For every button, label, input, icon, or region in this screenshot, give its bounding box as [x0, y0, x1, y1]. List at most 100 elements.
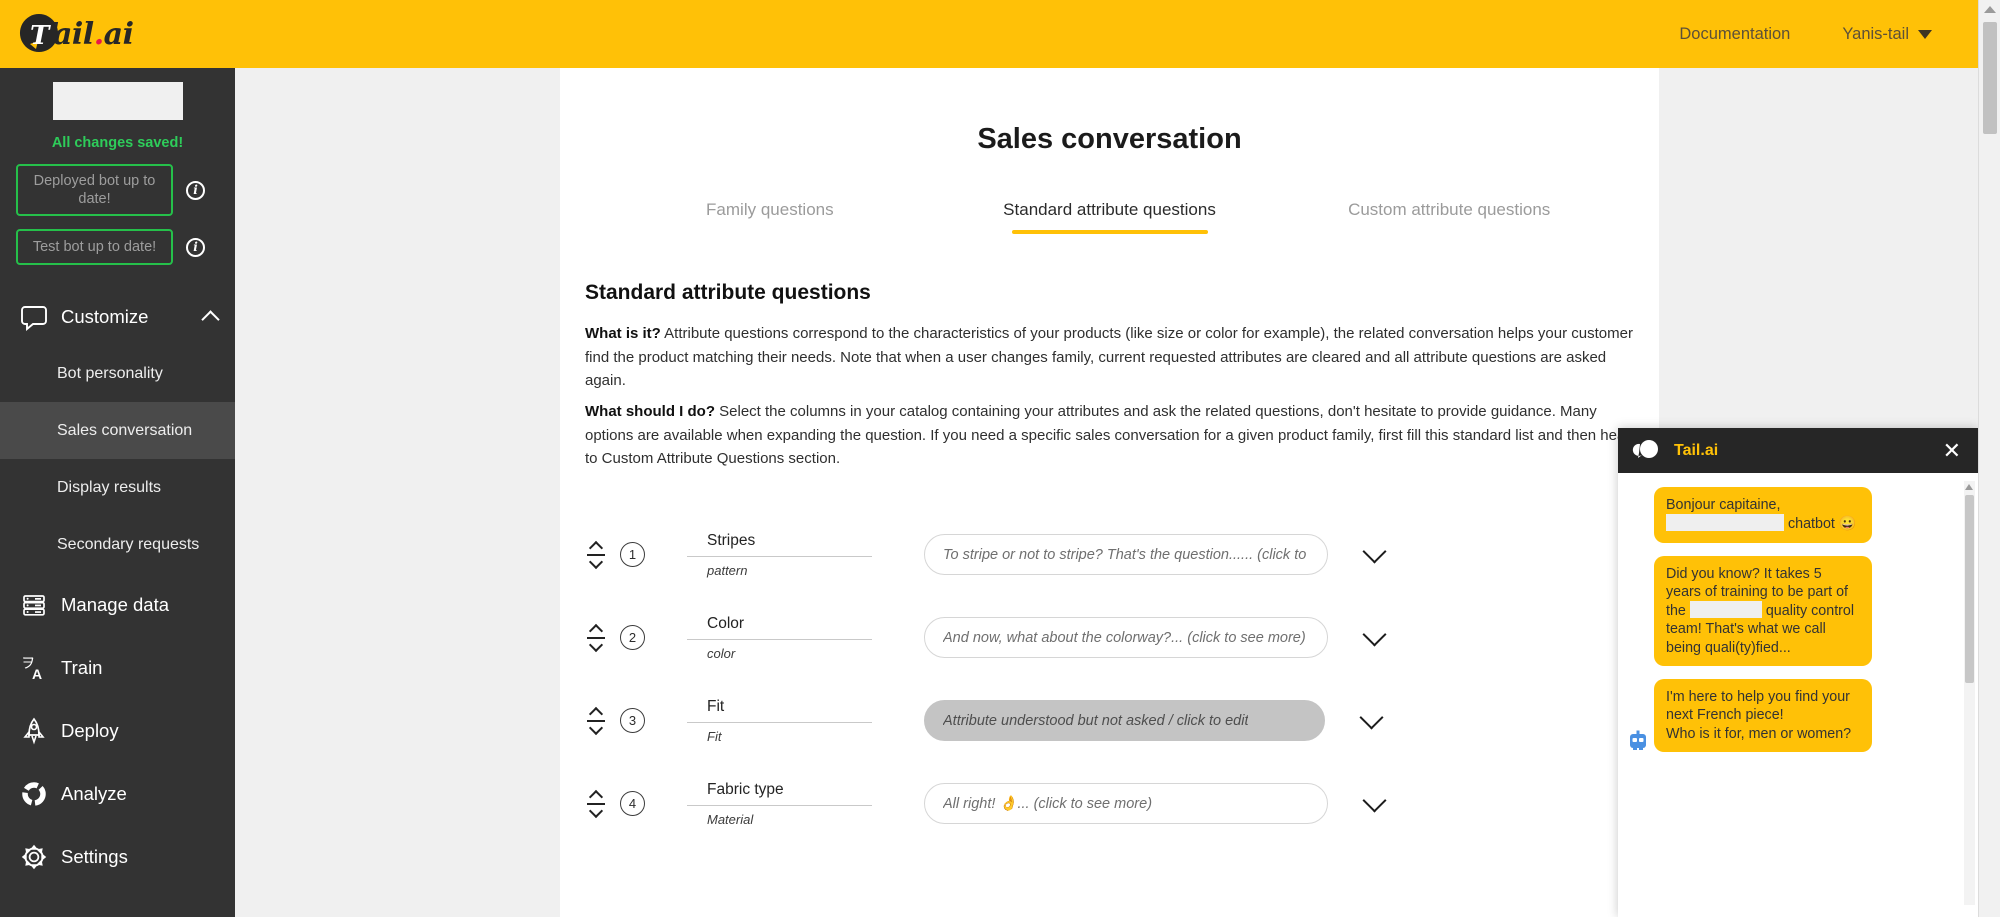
what-should-i-do-label: What should I do?	[585, 403, 715, 420]
translate-icon: ヲ A	[20, 654, 48, 682]
sidebar-item-settings[interactable]: Settings	[0, 825, 235, 888]
sidebar-item-analyze[interactable]: Analyze	[0, 762, 235, 825]
chat-bubble-icon	[1632, 438, 1662, 464]
attribute-label-group: Colorcolor	[687, 615, 872, 661]
bot-avatar-icon	[1628, 730, 1648, 752]
redacted-text	[1666, 514, 1784, 531]
user-menu-label: Yanis-tail	[1842, 25, 1909, 44]
svg-text:T: T	[30, 21, 51, 51]
sidebar-item-display-results[interactable]: Display results	[0, 459, 235, 516]
what-should-i-do-text: Select the columns in your catalog conta…	[585, 403, 1634, 467]
speech-bubble-icon	[20, 303, 48, 331]
content-card: Sales conversation Family questions Stan…	[560, 68, 1659, 917]
attribute-question-row: 2 Colorcolor And now, what about the color…	[560, 596, 1659, 679]
what-is-it-label: What is it?	[585, 325, 661, 342]
attribute-label-group: Stripespattern	[687, 532, 872, 578]
attribute-title[interactable]: Fabric type	[687, 781, 872, 806]
attribute-question-row: 3 FitFit Attribute understood but not aske…	[560, 679, 1659, 762]
scroll-up-arrow-icon[interactable]	[1984, 6, 1996, 13]
attribute-question-row: 1StripespatternTo stripe or not to strip…	[560, 513, 1659, 596]
chat-text-after: chatbot 😀	[1788, 516, 1857, 532]
sidebar-group-customize[interactable]: Customize	[0, 289, 235, 345]
drag-handle-icon[interactable]	[585, 709, 607, 733]
scroll-up-arrow-icon[interactable]	[1965, 484, 1973, 490]
deployed-info-icon[interactable]: i	[186, 181, 205, 200]
attribute-title[interactable]: Fit	[687, 698, 872, 723]
chat-scrollbar-thumb[interactable]	[1965, 495, 1974, 683]
chat-text-before: I'm here to help you find your next Fren…	[1666, 689, 1850, 723]
attribute-label-group: FitFit	[687, 698, 872, 744]
question-input[interactable]: To stripe or not to stripe? That's the q…	[924, 534, 1328, 575]
sidebar-item-train[interactable]: ヲ A Train	[0, 636, 235, 699]
page-title: Sales conversation	[560, 123, 1659, 156]
chat-message: I'm here to help you find your next Fren…	[1628, 679, 1968, 752]
close-icon[interactable]: ✕	[1940, 440, 1964, 462]
attribute-title[interactable]: Stripes	[687, 532, 872, 557]
app-logo[interactable]: T Tail.ai	[16, 11, 133, 57]
sidebar-item-secondary-requests[interactable]: Secondary requests	[0, 516, 235, 573]
test-bot-status-row: Test bot up to date! i	[16, 229, 235, 265]
sidebar-item-manage-data[interactable]: Manage data	[0, 573, 235, 636]
sidebar-item-bot-personality[interactable]: Bot personality	[0, 345, 235, 402]
logo-text-suffix: ai	[104, 17, 134, 52]
tab-standard-attribute-questions[interactable]: Standard attribute questions	[940, 200, 1280, 234]
redacted-text	[1690, 601, 1762, 618]
page-scrollbar[interactable]	[1978, 0, 2000, 917]
chat-widget: Tail.ai ✕ Bonjour capitaine, chatbot 😀 Di…	[1618, 428, 1978, 917]
attribute-title[interactable]: Color	[687, 615, 872, 640]
bot-name-field-redacted[interactable]	[53, 82, 183, 120]
app-root: T Tail.ai Documentation Yanis-tail Sales…	[0, 0, 2000, 917]
chat-scrollbar[interactable]	[1964, 481, 1975, 905]
sidebar-item-sales-conversation[interactable]: Sales conversation	[0, 402, 235, 459]
donut-chart-icon	[20, 780, 48, 808]
test-bot-status-button[interactable]: Test bot up to date!	[16, 229, 173, 265]
deployed-bot-status-button[interactable]: Deployed bot up to date!	[16, 164, 173, 216]
row-order-badge: 3	[620, 708, 645, 733]
svg-text:A: A	[32, 666, 42, 682]
attribute-column-name: Material	[687, 806, 872, 827]
expand-row-chevron-down-icon[interactable]	[1362, 788, 1386, 812]
chat-bubble: Did you know? It takes 5 years of traini…	[1654, 556, 1872, 666]
chat-message-list: Bonjour capitaine, chatbot 😀 Did you know…	[1618, 473, 1978, 917]
rocket-icon	[20, 717, 48, 745]
question-text: To stripe or not to stripe? That's the q…	[943, 547, 1309, 563]
chat-bubble: Bonjour capitaine, chatbot 😀	[1654, 487, 1872, 543]
test-info-icon[interactable]: i	[186, 238, 205, 257]
expand-row-chevron-down-icon[interactable]	[1362, 539, 1386, 563]
save-status-label: All changes saved!	[0, 135, 235, 151]
chat-title: Tail.ai	[1674, 442, 1718, 460]
chat-message: Bonjour capitaine, chatbot 😀	[1628, 487, 1968, 543]
row-order-badge: 4	[620, 791, 645, 816]
what-is-it-text: Attribute questions correspond to the ch…	[585, 325, 1633, 389]
question-input[interactable]: And now, what about the colorway?... (cl…	[924, 617, 1328, 658]
row-order-badge: 2	[620, 625, 645, 650]
tab-custom-attribute-questions[interactable]: Custom attribute questions	[1279, 200, 1619, 234]
drag-handle-icon[interactable]	[585, 626, 607, 650]
drag-handle-icon[interactable]	[585, 543, 607, 567]
sidebar-item-label: Manage data	[61, 594, 169, 616]
chevron-down-icon	[1918, 30, 1932, 39]
expand-row-chevron-down-icon[interactable]	[1359, 705, 1383, 729]
tab-family-questions[interactable]: Family questions	[600, 200, 940, 234]
logo-text-dot: .	[94, 17, 104, 52]
attribute-question-row: 4 Fabric typeMaterial All right! 👌... (cli…	[560, 762, 1659, 845]
gear-icon	[20, 843, 48, 871]
sidebar-item-deploy[interactable]: Deploy	[0, 699, 235, 762]
page-scrollbar-thumb[interactable]	[1983, 22, 1997, 134]
expand-row-chevron-down-icon[interactable]	[1362, 622, 1386, 646]
documentation-link[interactable]: Documentation	[1679, 25, 1790, 44]
attribute-column-name: pattern	[687, 557, 872, 578]
chat-text-before: Bonjour capitaine,	[1666, 497, 1780, 513]
question-input[interactable]: All right! 👌... (click to see more)	[924, 783, 1328, 824]
chevron-up-icon[interactable]	[201, 310, 219, 328]
user-menu[interactable]: Yanis-tail	[1842, 25, 1932, 44]
what-is-it-paragraph: What is it? Attribute questions correspo…	[585, 322, 1634, 393]
deployed-bot-status-row: Deployed bot up to date! i	[16, 164, 235, 216]
drag-handle-icon[interactable]	[585, 792, 607, 816]
tab-bar: Family questions Standard attribute ques…	[560, 200, 1659, 234]
sidebar-item-label: Settings	[61, 846, 128, 868]
chat-text-after: Who is it for, men or women?	[1666, 726, 1851, 742]
chat-bubble: I'm here to help you find your next Fren…	[1654, 679, 1872, 752]
question-input[interactable]: Attribute understood but not asked / cli…	[924, 700, 1325, 741]
top-navigation-actions: Documentation Yanis-tail	[1679, 25, 1978, 44]
